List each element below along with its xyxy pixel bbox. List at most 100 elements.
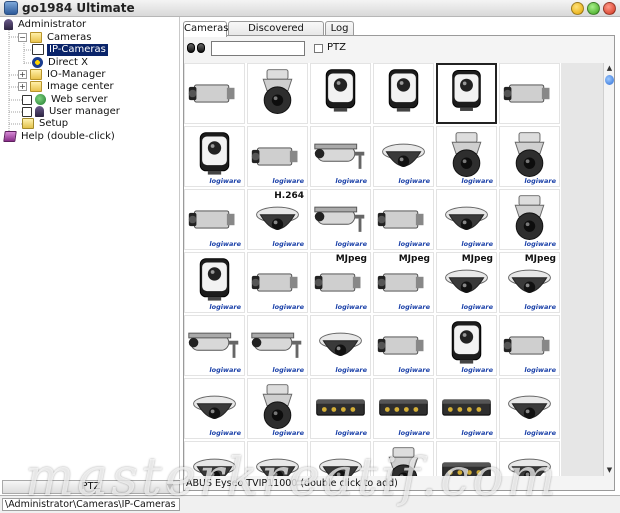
grid-scrollbar[interactable]: ▲ ▼ <box>603 63 614 476</box>
camera-thumbnail-cube[interactable] <box>310 63 371 124</box>
vendor-logo: logiware <box>524 240 556 248</box>
tree-item-setup[interactable]: Setup <box>22 117 70 130</box>
grid-empty-area <box>561 63 603 476</box>
tree-item-image-center[interactable]: + Image center <box>18 80 116 93</box>
expand-toggle[interactable]: + <box>18 82 27 91</box>
camera-thumbnail-box[interactable]: MJpeg logiware <box>310 252 371 313</box>
camera-thumbnail-dome[interactable]: logiware <box>499 378 560 439</box>
camera-thumbnail-ptzdome[interactable] <box>373 441 434 476</box>
camera-thumbnail-box[interactable]: logiware <box>247 252 308 313</box>
camera-thumbnail-ptzdome[interactable]: logiware <box>499 126 560 187</box>
camera-model-grid: logiware logiware logiware logiware logiware… <box>184 63 561 476</box>
camera-thumbnail-box[interactable] <box>499 63 560 124</box>
scroll-up-arrow-icon[interactable]: ▲ <box>605 64 614 73</box>
dome-camera-icon <box>319 458 362 476</box>
scroll-thumb[interactable] <box>605 75 614 85</box>
camera-thumbnail-encoder[interactable] <box>436 441 497 476</box>
vendor-logo: logiware <box>524 177 556 185</box>
vendor-logo: logiware <box>335 303 367 311</box>
close-button[interactable] <box>603 2 616 15</box>
camera-thumbnail-box[interactable]: logiware <box>373 315 434 376</box>
camera-thumbnail-dome[interactable]: logiware <box>373 126 434 187</box>
camera-thumbnail-ptzdome[interactable]: logiware <box>247 378 308 439</box>
ptz-filter-checkbox[interactable] <box>314 44 323 53</box>
camera-thumbnail-encoder[interactable]: logiware <box>310 378 371 439</box>
camera-thumbnail-cube[interactable]: logiware <box>436 315 497 376</box>
camera-thumbnail-dome[interactable] <box>184 441 245 476</box>
vendor-logo: logiware <box>209 366 241 374</box>
tab-log[interactable]: Log <box>325 21 354 36</box>
vendor-logo: logiware <box>461 366 493 374</box>
navigation-tree: Administrator − Cameras IP-Cameras Direc… <box>2 17 180 479</box>
camera-thumbnail-box[interactable]: logiware <box>499 315 560 376</box>
camera-thumbnail-ptzdome[interactable] <box>247 63 308 124</box>
camera-thumbnail-cube[interactable] <box>436 63 497 124</box>
minimize-button[interactable] <box>571 2 584 15</box>
tree-item-label: Web server <box>51 93 108 105</box>
camera-thumbnail-dome[interactable]: H.264 logiware <box>247 189 308 250</box>
selected-camera-status: ABUS Eyseo TVIP11000 (double click to ad… <box>186 478 398 489</box>
camera-thumbnail-dome[interactable] <box>499 441 560 476</box>
globe-icon <box>35 94 46 105</box>
admin-user-icon <box>4 19 13 30</box>
cube-camera-icon <box>388 69 419 112</box>
camera-thumbnail-cube[interactable] <box>373 63 434 124</box>
camera-thumbnail-ptzdome[interactable]: logiware <box>436 126 497 187</box>
camera-thumbnail-dome[interactable]: logiware <box>310 315 371 376</box>
camera-thumbnail-box[interactable]: logiware <box>373 189 434 250</box>
camera-thumbnail-box[interactable] <box>184 63 245 124</box>
camera-thumbnail-bullet[interactable]: logiware <box>310 189 371 250</box>
binoculars-icon[interactable] <box>186 42 206 54</box>
codec-badge: MJpeg <box>524 254 556 264</box>
expand-toggle[interactable]: + <box>18 70 27 79</box>
vendor-logo: logiware <box>272 177 304 185</box>
collapse-toggle[interactable]: − <box>18 33 27 42</box>
tab-cameras[interactable]: Cameras <box>183 21 228 37</box>
camera-thumbnail-box[interactable]: logiware <box>247 126 308 187</box>
camera-thumbnail-box[interactable]: MJpeg logiware <box>373 252 434 313</box>
tree-item-help[interactable]: Help (double-click) <box>3 130 117 143</box>
camera-thumbnail-dome[interactable]: logiware <box>184 378 245 439</box>
camera-thumbnail-dome[interactable]: logiware <box>436 189 497 250</box>
ptz-panel-label: PTZ <box>81 481 101 492</box>
camera-thumbnail-cube[interactable]: logiware <box>184 126 245 187</box>
ptz-panel-toggle[interactable]: PTZ ▼ <box>2 480 180 494</box>
cube-camera-icon <box>325 69 356 112</box>
camera-thumbnail-cube[interactable]: logiware <box>184 252 245 313</box>
checkbox-icon[interactable] <box>22 94 32 105</box>
maximize-button[interactable] <box>587 2 600 15</box>
camera-thumbnail-dome[interactable]: MJpeg logiware <box>499 252 560 313</box>
box-camera-icon <box>188 84 235 103</box>
vendor-logo: logiware <box>272 303 304 311</box>
folder-icon <box>30 32 42 43</box>
camera-search-input[interactable] <box>211 41 305 56</box>
tree-item-label: Image center <box>47 80 114 92</box>
camera-thumbnail-box[interactable]: logiware <box>184 189 245 250</box>
dome-camera-icon <box>508 458 551 476</box>
camera-thumbnail-dome[interactable] <box>310 441 371 476</box>
cube-camera-icon <box>452 70 481 111</box>
tree-item-label: User manager <box>49 105 120 117</box>
camera-thumbnail-encoder[interactable]: logiware <box>436 378 497 439</box>
camera-thumbnail-bullet[interactable]: logiware <box>184 315 245 376</box>
tree-item-administrator[interactable]: Administrator <box>4 18 88 31</box>
camera-thumbnail-encoder[interactable]: logiware <box>373 378 434 439</box>
dome-camera-icon <box>256 458 299 476</box>
users-icon <box>35 106 44 117</box>
tree-item-ip-cameras[interactable]: IP-Cameras <box>32 43 108 56</box>
dropdown-arrow-icon: ▼ <box>166 482 173 491</box>
codec-badge: MJpeg <box>398 254 430 264</box>
camera-thumbnail-bullet[interactable]: logiware <box>247 315 308 376</box>
tab-discovered-cameras[interactable]: Discovered Cameras <box>228 21 324 48</box>
scroll-down-arrow-icon[interactable]: ▼ <box>605 466 614 475</box>
camera-thumbnail-dome[interactable]: MJpeg logiware <box>436 252 497 313</box>
vendor-logo: logiware <box>461 240 493 248</box>
camera-thumbnail-dome[interactable] <box>247 441 308 476</box>
help-book-icon <box>3 131 17 142</box>
vendor-logo: logiware <box>461 177 493 185</box>
camera-thumbnail-bullet[interactable]: logiware <box>310 126 371 187</box>
vendor-logo: logiware <box>335 240 367 248</box>
checkbox-icon[interactable] <box>22 106 32 117</box>
camera-thumbnail-ptzdome[interactable]: logiware <box>499 189 560 250</box>
vendor-logo: logiware <box>398 177 430 185</box>
